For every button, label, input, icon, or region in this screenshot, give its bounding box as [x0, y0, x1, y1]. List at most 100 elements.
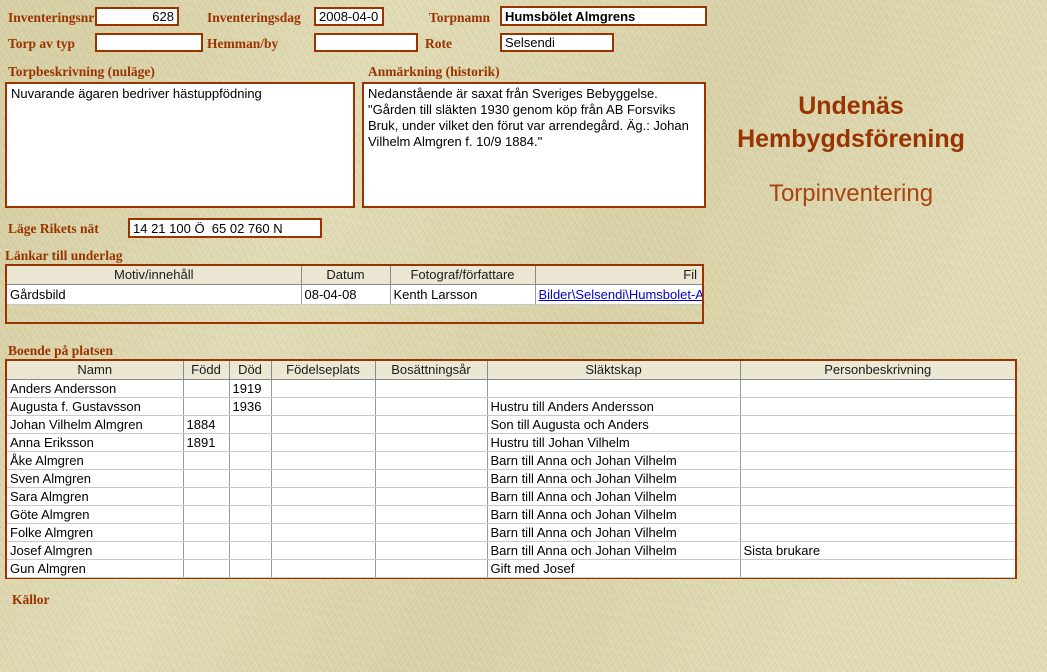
resident-cell[interactable] [229, 505, 271, 523]
inventeringsnr-input[interactable] [95, 7, 179, 26]
link-cell-fotograf[interactable]: Kenth Larsson [390, 284, 535, 304]
resident-cell[interactable] [183, 397, 229, 415]
resident-cell[interactable]: Sara Almgren [7, 487, 183, 505]
anmarkning-textarea[interactable]: Nedanstående är saxat från Sveriges Beby… [362, 82, 706, 208]
resident-cell[interactable] [271, 415, 375, 433]
resident-row: Josef Almgren Barn till Anna och Johan V… [7, 541, 1015, 559]
resident-cell[interactable]: 1884 [183, 415, 229, 433]
resident-cell[interactable]: Göte Almgren [7, 505, 183, 523]
resident-cell[interactable] [375, 415, 487, 433]
resident-cell[interactable]: Barn till Anna och Johan Vilhelm [487, 487, 740, 505]
resident-cell[interactable] [229, 415, 271, 433]
resident-cell[interactable] [271, 559, 375, 577]
resident-cell[interactable] [375, 379, 487, 397]
resident-cell[interactable] [229, 523, 271, 541]
resident-cell[interactable] [271, 451, 375, 469]
resident-row: Johan Vilhelm Almgren 1884 Son till Augu… [7, 415, 1015, 433]
resident-cell[interactable]: Johan Vilhelm Almgren [7, 415, 183, 433]
resident-cell[interactable] [375, 397, 487, 415]
resident-cell[interactable] [229, 433, 271, 451]
hemman-by-input[interactable] [314, 33, 418, 52]
resident-cell[interactable] [375, 451, 487, 469]
inventeringsdag-input[interactable] [314, 7, 384, 26]
resident-cell[interactable]: Barn till Anna och Johan Vilhelm [487, 505, 740, 523]
torp-av-typ-input[interactable] [95, 33, 203, 52]
links-col-fil: Fil [535, 266, 702, 284]
resident-cell[interactable] [740, 451, 1015, 469]
resident-cell[interactable] [271, 523, 375, 541]
resident-cell[interactable]: Son till Augusta och Anders [487, 415, 740, 433]
resident-cell[interactable] [375, 559, 487, 577]
resident-cell[interactable] [375, 469, 487, 487]
resident-cell[interactable] [183, 505, 229, 523]
resident-cell[interactable] [375, 433, 487, 451]
link-cell-motiv[interactable]: Gårdsbild [7, 284, 301, 304]
resident-cell[interactable] [183, 451, 229, 469]
resident-cell[interactable]: Barn till Anna och Johan Vilhelm [487, 523, 740, 541]
resident-cell[interactable] [271, 379, 375, 397]
resident-cell[interactable] [740, 559, 1015, 577]
resident-cell[interactable]: 1936 [229, 397, 271, 415]
inventeringsdag-label: Inventeringsdag [207, 10, 301, 26]
links-col-datum: Datum [301, 266, 390, 284]
resident-cell[interactable] [740, 415, 1015, 433]
rote-input[interactable] [500, 33, 614, 52]
resident-row: Sara Almgren Barn till Anna och Johan Vi… [7, 487, 1015, 505]
resident-cell[interactable] [740, 397, 1015, 415]
resident-cell[interactable]: Anders Andersson [7, 379, 183, 397]
lage-rikets-nat-input[interactable] [128, 218, 322, 238]
resident-cell[interactable] [229, 487, 271, 505]
resident-cell[interactable] [183, 541, 229, 559]
resident-cell[interactable] [740, 487, 1015, 505]
resident-cell[interactable]: Folke Almgren [7, 523, 183, 541]
resident-cell[interactable]: Hustru till Anders Andersson [487, 397, 740, 415]
resident-cell[interactable] [375, 505, 487, 523]
resident-cell[interactable] [740, 433, 1015, 451]
resident-cell[interactable] [740, 505, 1015, 523]
resident-cell[interactable]: Barn till Anna och Johan Vilhelm [487, 469, 740, 487]
resident-cell[interactable] [229, 541, 271, 559]
resident-cell[interactable] [271, 433, 375, 451]
resident-cell[interactable]: Anna Eriksson [7, 433, 183, 451]
organization-title-line1: Undenäs [690, 90, 1012, 123]
anmarkning-label: Anmärkning (historik) [368, 64, 500, 80]
resident-cell[interactable] [229, 469, 271, 487]
torpbeskrivning-textarea[interactable]: Nuvarande ägaren bedriver hästuppfödning [5, 82, 355, 208]
resident-cell[interactable] [229, 451, 271, 469]
resident-cell[interactable] [229, 559, 271, 577]
resident-cell[interactable] [183, 559, 229, 577]
resident-cell[interactable] [183, 469, 229, 487]
resident-cell[interactable]: Sven Almgren [7, 469, 183, 487]
resident-cell[interactable] [271, 487, 375, 505]
resident-cell[interactable]: Augusta f. Gustavsson [7, 397, 183, 415]
resident-cell[interactable]: Barn till Anna och Johan Vilhelm [487, 541, 740, 559]
resident-cell[interactable] [740, 469, 1015, 487]
resident-cell[interactable] [271, 469, 375, 487]
resident-cell[interactable]: Gun Almgren [7, 559, 183, 577]
resident-cell[interactable] [375, 487, 487, 505]
resident-cell[interactable]: 1891 [183, 433, 229, 451]
resident-cell[interactable]: 1919 [229, 379, 271, 397]
torpnamn-input[interactable] [500, 6, 707, 26]
resident-cell[interactable] [183, 379, 229, 397]
residents-header-row: Namn Född Död Födelseplats Bosättningsår… [7, 361, 1015, 379]
resident-cell[interactable]: Sista brukare [740, 541, 1015, 559]
resident-cell[interactable] [740, 379, 1015, 397]
resident-row: Anna Eriksson 1891 Hustru till Johan Vil… [7, 433, 1015, 451]
resident-cell[interactable] [271, 541, 375, 559]
resident-cell[interactable] [740, 523, 1015, 541]
resident-cell[interactable]: Josef Almgren [7, 541, 183, 559]
file-link[interactable]: Bilder\Selsendi\Humsbolet-A [539, 287, 703, 302]
resident-cell[interactable] [271, 505, 375, 523]
resident-cell[interactable] [183, 523, 229, 541]
resident-cell[interactable] [271, 397, 375, 415]
resident-cell[interactable] [487, 379, 740, 397]
resident-cell[interactable] [183, 487, 229, 505]
resident-cell[interactable] [375, 541, 487, 559]
resident-cell[interactable]: Gift med Josef [487, 559, 740, 577]
resident-cell[interactable] [375, 523, 487, 541]
link-cell-datum[interactable]: 08-04-08 [301, 284, 390, 304]
resident-cell[interactable]: Barn till Anna och Johan Vilhelm [487, 451, 740, 469]
resident-cell[interactable]: Åke Almgren [7, 451, 183, 469]
resident-cell[interactable]: Hustru till Johan Vilhelm [487, 433, 740, 451]
